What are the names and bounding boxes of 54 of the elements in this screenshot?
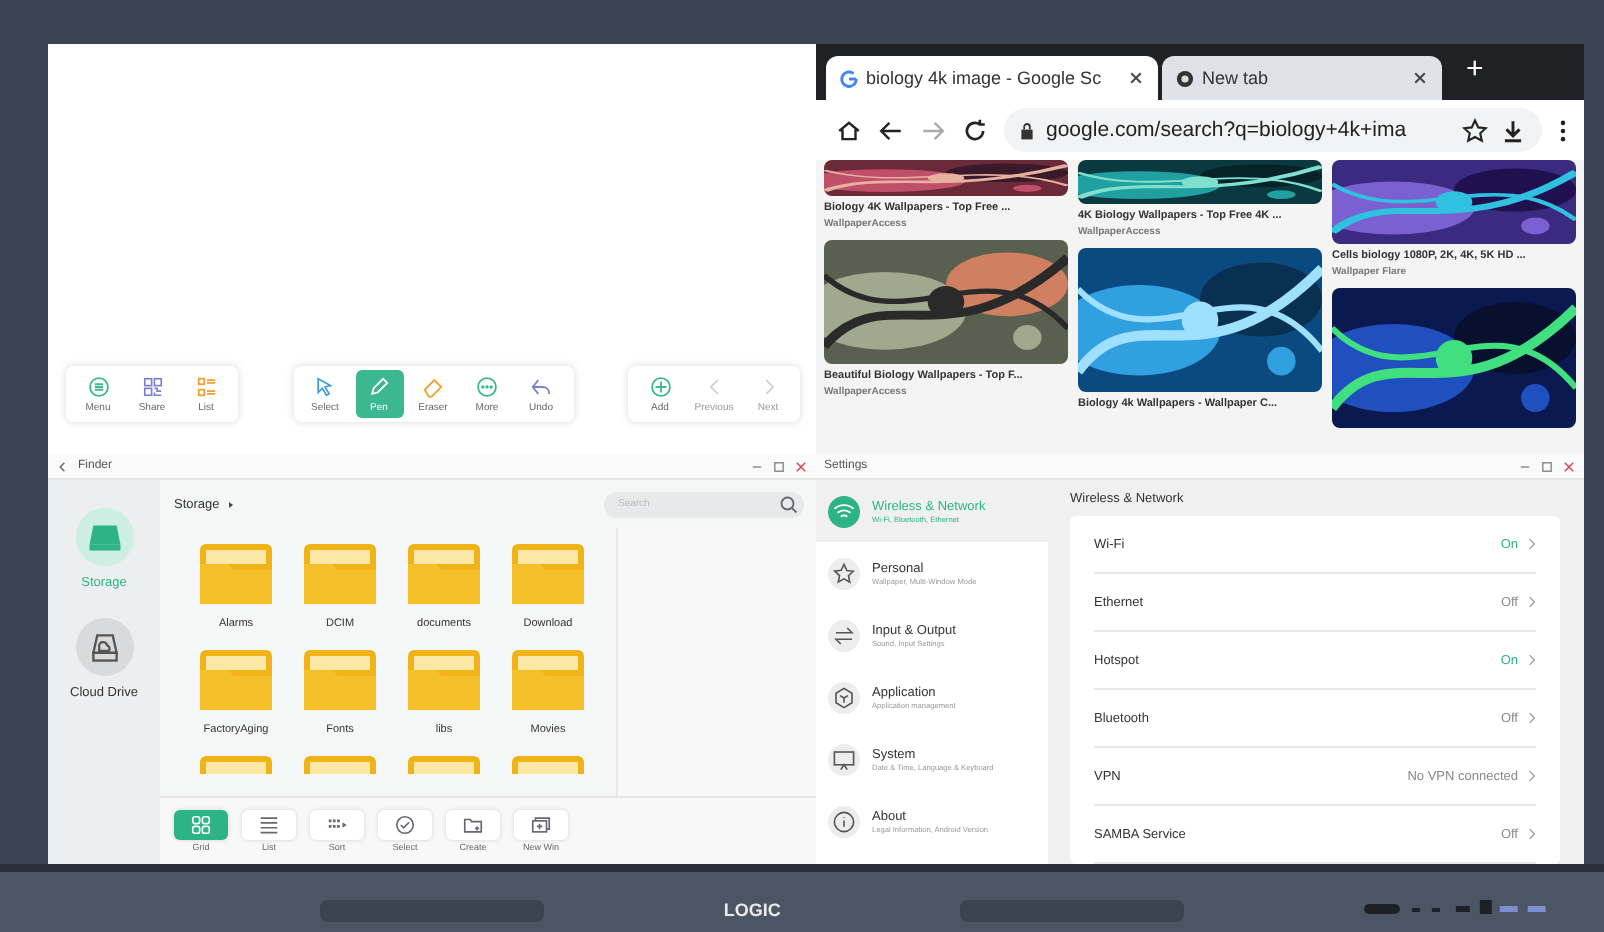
search-icon[interactable] [780, 495, 798, 513]
cursor-icon [314, 376, 336, 398]
eraser-icon [422, 376, 444, 398]
chevron-right-icon [1528, 770, 1536, 782]
sort-icon [310, 810, 364, 840]
lock-icon [1020, 121, 1034, 139]
undo-icon [530, 376, 552, 398]
more-icon [476, 376, 498, 398]
home-icon[interactable] [836, 117, 862, 143]
chevron-right-icon [1528, 538, 1536, 550]
tab-title: biology 4k image - Google Sc [866, 68, 1104, 88]
cloud-drive-icon [75, 618, 133, 676]
url-text: google.com/search?q=biology+4k+ima [1046, 118, 1409, 142]
browser-tab[interactable]: New tab [1162, 56, 1442, 100]
check-icon [378, 810, 432, 840]
back-icon[interactable] [878, 117, 904, 143]
maximize-icon[interactable] [1540, 459, 1554, 473]
list-icon [195, 376, 217, 398]
new-tab-button[interactable]: + [1446, 52, 1504, 92]
close-icon[interactable] [1562, 459, 1576, 473]
grid-icon [174, 810, 228, 840]
qr-code-icon [141, 376, 163, 398]
monitor-icon [828, 743, 860, 775]
add-icon [649, 376, 671, 398]
chevron-right-icon [1528, 596, 1536, 608]
drive-icon [75, 508, 133, 566]
caret-icon [227, 501, 234, 507]
chevron-right-icon [1528, 828, 1536, 840]
pen-icon [368, 376, 390, 398]
maximize-icon[interactable] [772, 459, 786, 473]
list-icon [242, 810, 296, 840]
address-bar[interactable]: google.com/search?q=biology+4k+ima [1004, 108, 1542, 152]
chevron-right-icon [1528, 654, 1536, 666]
browser-tab[interactable]: biology 4k image - Google Sc [826, 56, 1158, 100]
chrome-icon [1176, 69, 1194, 87]
info-icon [828, 805, 860, 837]
download-icon[interactable] [1500, 117, 1526, 143]
tab-title: New tab [1202, 68, 1271, 88]
wifi-icon [828, 495, 860, 527]
new-folder-icon [446, 810, 500, 840]
menu-icon [87, 376, 109, 398]
close-icon[interactable] [794, 459, 808, 473]
more-icon[interactable] [1558, 117, 1568, 143]
star-icon [828, 557, 860, 589]
new-window-icon [514, 810, 568, 840]
forward-icon[interactable] [920, 117, 946, 143]
swap-icon [828, 619, 860, 651]
close-icon[interactable] [1412, 70, 1428, 86]
reload-icon[interactable] [962, 117, 988, 143]
star-icon[interactable] [1462, 117, 1488, 143]
close-icon[interactable] [1128, 70, 1144, 86]
chevron-right-icon [1528, 712, 1536, 724]
google-icon [840, 69, 858, 87]
brand-logo: LOGIC [723, 900, 781, 920]
